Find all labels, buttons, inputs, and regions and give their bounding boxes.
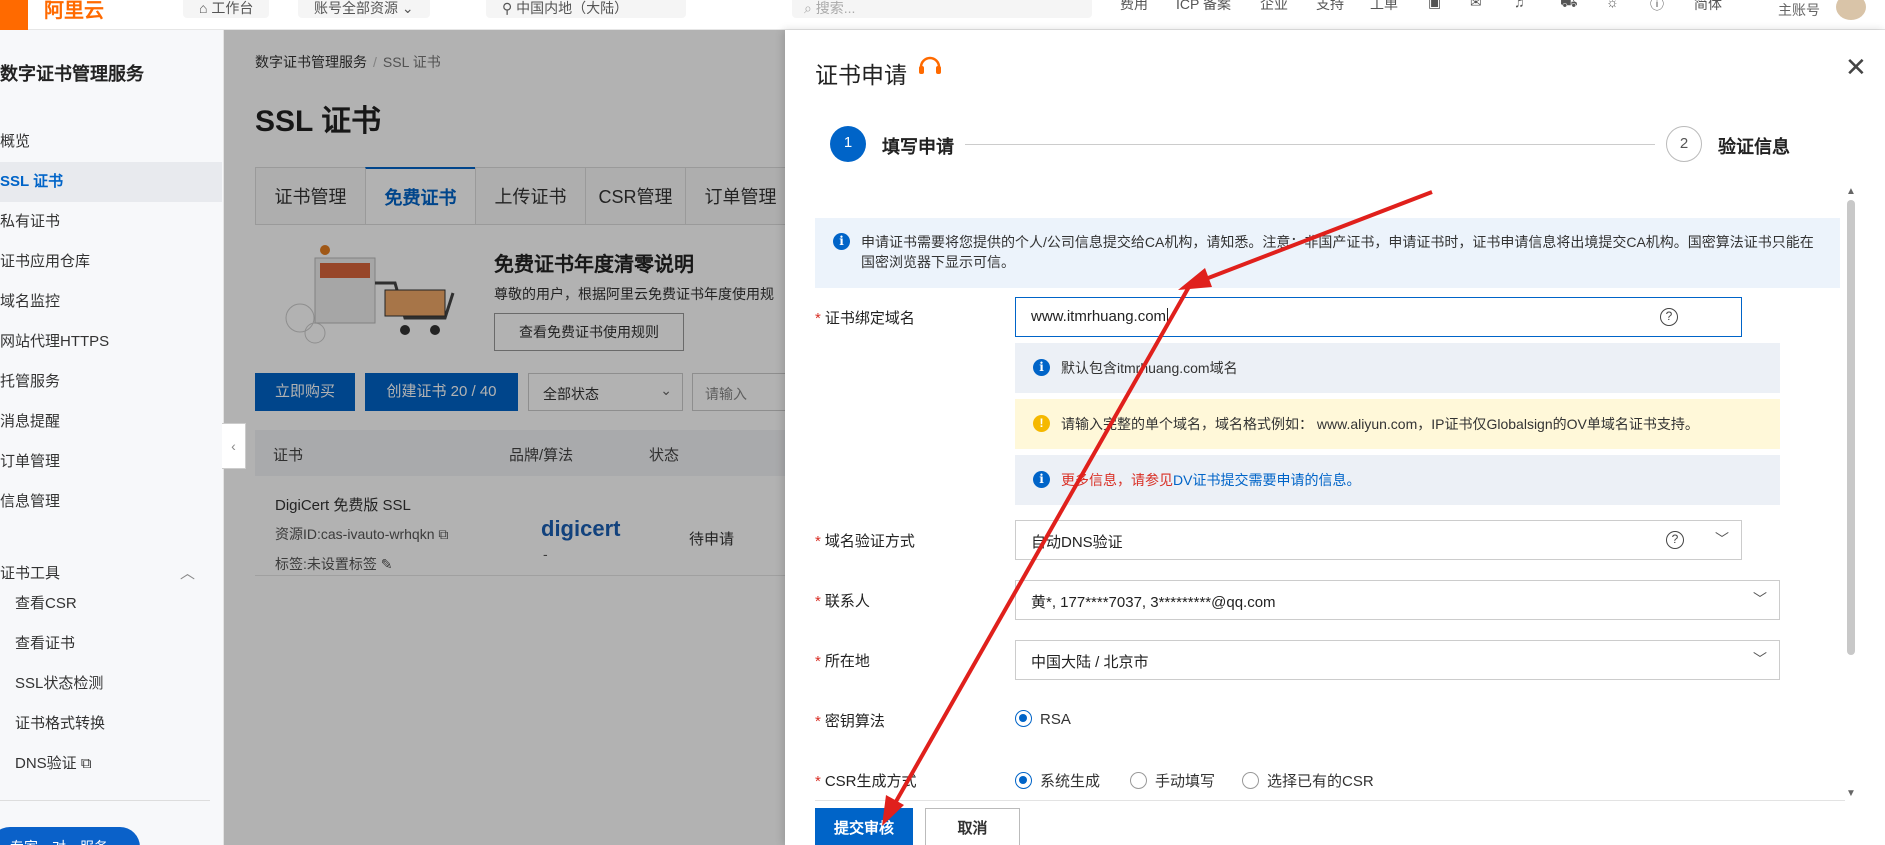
nav-link-fees[interactable]: 费用: [1120, 0, 1148, 14]
sidebar-item-private-certificate[interactable]: 私有证书: [0, 202, 222, 242]
location-select[interactable]: 中国大陆 / 北京市 ﹀: [1015, 640, 1780, 680]
radio-existing-csr[interactable]: 选择已有的CSR: [1242, 770, 1374, 791]
dv-info-link[interactable]: DV证书提交需要申请的信息。: [1173, 472, 1360, 488]
step-connector: [965, 144, 1655, 145]
verify-method-label: * 域名验证方式: [815, 533, 915, 550]
chevron-down-icon: ﹀: [1753, 651, 1767, 667]
top-search-input[interactable]: ⌕ 搜索...: [792, 0, 1092, 18]
sidebar-item-proxy-https[interactable]: 网站代理HTTPS: [0, 322, 222, 362]
step-2-label: 验证信息: [1718, 137, 1790, 157]
message-icon[interactable]: ✉: [1470, 0, 1482, 11]
expert-service-button[interactable]: 专家一对一服务: [0, 827, 140, 845]
verify-help-icon[interactable]: ?: [1666, 530, 1684, 549]
cert-apply-drawer: 证书申请 ✕ 1 填写申请 2 验证信息 i 申请证书需要将您提供的个人/公司信…: [785, 30, 1885, 845]
help-icon[interactable]: ⓘ: [1650, 0, 1664, 14]
avatar[interactable]: [1836, 0, 1866, 20]
sidebar-item-cert-repository[interactable]: 证书应用仓库: [0, 242, 222, 282]
chevron-down-icon: ﹀: [1715, 531, 1729, 547]
warning-icon: !: [1033, 415, 1050, 432]
info-icon: i: [833, 233, 850, 250]
nav-link-icp[interactable]: ICP 备案: [1176, 0, 1231, 14]
sidebar-item-ssl-status-check[interactable]: SSL状态检测: [15, 672, 103, 693]
aliyun-logo-icon[interactable]: [0, 0, 28, 30]
lightbulb-icon[interactable]: ☼: [1606, 0, 1619, 10]
radio-manual-fill[interactable]: 手动填写: [1130, 770, 1215, 791]
location-label: * 所在地: [815, 653, 870, 670]
footer-divider: [815, 800, 1845, 801]
domain-format-warning: ! 请输入完整的单个域名，域名格式例如： www.aliyun.com，IP证书…: [1015, 399, 1780, 449]
submit-review-button[interactable]: 提交审核: [815, 808, 913, 845]
verify-method-select[interactable]: 自动DNS验证 ﹀: [1015, 520, 1742, 560]
account-label[interactable]: 主账号: [1778, 0, 1820, 20]
account-resources-select[interactable]: 账号全部资源 ⌄: [298, 0, 430, 18]
sidebar-divider: [0, 800, 210, 801]
bell-icon[interactable]: ♫: [1514, 0, 1525, 10]
contact-select[interactable]: 黄*, 177****7037, 3*********@qq.com ﹀: [1015, 580, 1780, 620]
cloud-shell-icon[interactable]: ▣: [1428, 0, 1441, 11]
sidebar-item-overview[interactable]: 概览: [0, 122, 222, 162]
info-banner: i 申请证书需要将您提供的个人/公司信息提交给CA机构，请知悉。注意：非国产证书…: [815, 218, 1840, 288]
close-icon[interactable]: ✕: [1845, 52, 1867, 83]
drawer-title: 证书申请: [815, 62, 907, 88]
cart-icon[interactable]: ⛟: [1560, 0, 1578, 13]
radio-rsa[interactable]: RSA: [1015, 710, 1071, 728]
sidebar-item-ssl-certificate[interactable]: SSL 证书: [0, 162, 222, 202]
step-1-indicator: 1: [830, 126, 866, 162]
sidebar-item-view-cert[interactable]: 查看证书: [15, 632, 75, 653]
nav-link-ticket[interactable]: 工单: [1370, 0, 1398, 14]
info-icon: i: [1033, 471, 1050, 488]
sidebar-item-cert-format-convert[interactable]: 证书格式转换: [15, 712, 105, 733]
domain-default-note: i 默认包含itmrhuang.com域名: [1015, 343, 1780, 393]
sidebar-item-orders[interactable]: 订单管理: [0, 442, 222, 482]
domain-help-icon[interactable]: ?: [1660, 307, 1678, 326]
radio-system-generate[interactable]: 系统生成: [1015, 770, 1100, 791]
sidebar-collapse-button[interactable]: ‹: [222, 423, 246, 469]
sidebar-item-dns-verify[interactable]: DNS验证 ⧉: [15, 752, 92, 773]
domain-input[interactable]: www.itmrhuang.com: [1015, 297, 1742, 337]
sidebar-item-info-management[interactable]: 信息管理: [0, 482, 222, 522]
chevron-up-icon: ︿: [180, 565, 196, 582]
region-select[interactable]: ⚲ 中国内地（大陆）: [486, 0, 686, 18]
headset-icon[interactable]: [916, 52, 944, 84]
contact-label: * 联系人: [815, 593, 870, 610]
modal-overlay[interactable]: [224, 30, 785, 845]
scrollbar-thumb[interactable]: [1847, 200, 1855, 655]
form-scroll-area[interactable]: i 申请证书需要将您提供的个人/公司信息提交给CA机构，请知悉。注意：非国产证书…: [785, 185, 1840, 795]
nav-link-support[interactable]: 支持: [1316, 0, 1344, 14]
left-sidebar: 数字证书管理服务 概览 SSL 证书 私有证书 证书应用仓库 域名监控 网站代理…: [0, 30, 224, 845]
domain-label: * 证书绑定域名: [815, 310, 915, 327]
workbench-button[interactable]: ⌂ 工作台: [183, 0, 270, 18]
key-algo-label: * 密钥算法: [815, 713, 885, 730]
sidebar-item-view-csr[interactable]: 查看CSR: [15, 592, 77, 613]
nav-link-enterprise[interactable]: 企业: [1260, 0, 1288, 14]
sidebar-group-cert-tools[interactable]: 证书工具 ︿: [0, 562, 200, 583]
logo-text[interactable]: 阿里云: [44, 0, 104, 23]
language-switch[interactable]: 简体: [1694, 0, 1722, 14]
vertical-scrollbar[interactable]: ▲ ▼: [1845, 186, 1857, 800]
external-link-icon: ⧉: [80, 755, 92, 772]
sidebar-item-managed-service[interactable]: 托管服务: [0, 362, 222, 402]
step-2-indicator: 2: [1666, 126, 1702, 162]
chevron-down-icon: ﹀: [1753, 591, 1767, 607]
stepper: 1 填写申请 2 验证信息: [830, 126, 1830, 166]
sidebar-title: 数字证书管理服务: [0, 64, 144, 84]
info-icon: i: [1033, 359, 1050, 376]
sidebar-item-notifications[interactable]: 消息提醒: [0, 402, 222, 442]
scroll-up-icon[interactable]: ▲: [1846, 186, 1856, 197]
top-navigation-bar: 阿里云 ⌂ 工作台 账号全部资源 ⌄ ⚲ 中国内地（大陆） ⌕ 搜索... 费用…: [0, 0, 1885, 30]
cancel-button[interactable]: 取消: [925, 808, 1020, 845]
csr-method-label: * CSR生成方式: [815, 773, 917, 790]
step-1-label: 填写申请: [882, 137, 954, 157]
scroll-down-icon[interactable]: ▼: [1846, 788, 1856, 799]
sidebar-item-domain-monitor[interactable]: 域名监控: [0, 282, 222, 322]
more-info-note: i 更多信息，请参见DV证书提交需要申请的信息。: [1015, 455, 1780, 505]
